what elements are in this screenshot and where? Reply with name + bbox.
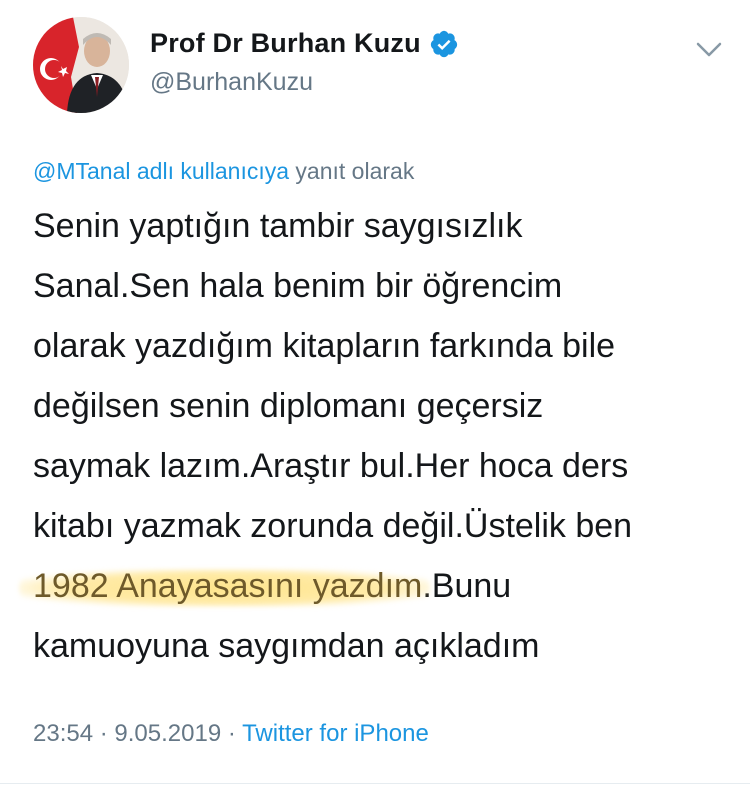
author-name-row[interactable]: Prof Dr Burhan Kuzu	[150, 28, 459, 59]
reply-context: @MTanal adlı kullanıcıya yanıt olarak	[33, 158, 414, 185]
tweet-date[interactable]: 9.05.2019	[114, 720, 221, 747]
reply-suffix: yanıt olarak	[289, 158, 415, 184]
divider	[0, 783, 750, 784]
reply-mention-link[interactable]: @MTanal adlı kullanıcıya	[33, 158, 289, 184]
tweet-line: Senin yaptığın tambir saygısızlık	[33, 207, 523, 245]
tweet-line: Sanal.Sen hala benim bir öğrencim	[33, 267, 563, 305]
tweet-line-highlighted: 1982 Anayasasını yazdım.Bunu	[19, 556, 723, 616]
tweet-line: kitabı yazmak zorunda değil.Üstelik ben	[33, 507, 633, 545]
tweet-line: kamuoyuna saygımdan açıkladım	[33, 627, 540, 665]
highlighter-mark: 1982 Anayasasını yazdım	[19, 567, 431, 607]
after-highlight-text: .Bunu	[422, 567, 512, 605]
author-handle[interactable]: @BurhanKuzu	[150, 68, 313, 97]
avatar-image	[33, 17, 129, 113]
meta-separator: ·	[93, 720, 115, 747]
tweet-text: Senin yaptığın tambir saygısızlık Sanal.…	[19, 196, 723, 676]
tweet-time[interactable]: 23:54	[33, 720, 93, 747]
chevron-down-icon[interactable]	[692, 36, 726, 62]
tweet-line: değilsen senin diplomanı geçersiz	[33, 387, 544, 425]
verified-badge-icon	[429, 29, 459, 59]
tweet-header: Prof Dr Burhan Kuzu @BurhanKuzu	[0, 0, 750, 130]
highlighted-text: 1982 Anayasasını yazdım	[33, 567, 423, 605]
avatar[interactable]	[33, 17, 129, 113]
author-display-name[interactable]: Prof Dr Burhan Kuzu	[150, 28, 421, 59]
tweet-line: olarak yazdığım kitapların farkında bile	[33, 327, 616, 365]
tweet-source-link[interactable]: Twitter for iPhone	[242, 720, 429, 747]
tweet-line: saymak lazım.Araştır bul.Her hoca ders	[33, 447, 629, 485]
meta-separator: ·	[221, 720, 243, 747]
tweet-meta: 23:54 · 9.05.2019 · Twitter for iPhone	[33, 720, 429, 748]
